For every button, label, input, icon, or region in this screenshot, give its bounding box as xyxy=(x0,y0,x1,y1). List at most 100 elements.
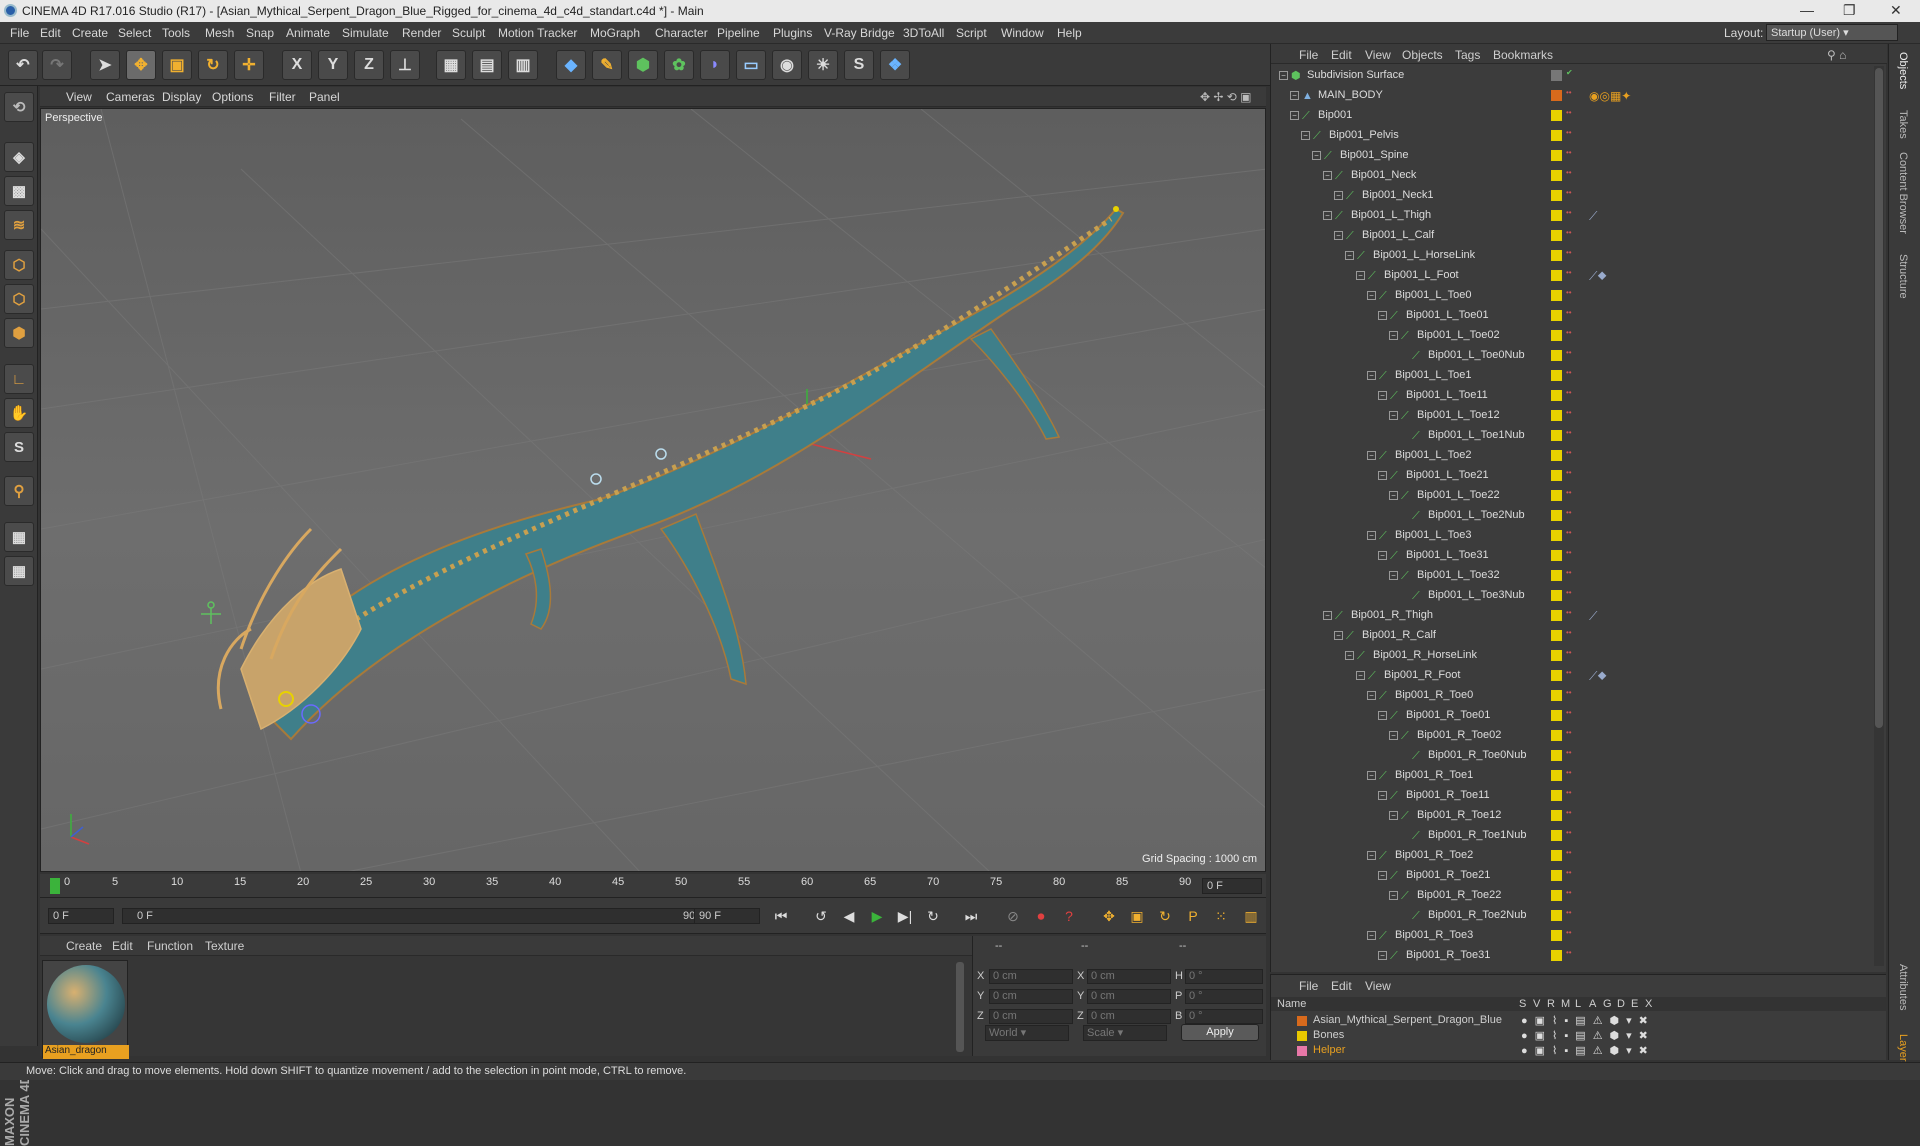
material-scrollbar[interactable] xyxy=(956,962,964,1052)
objects-menu-edit[interactable]: Edit xyxy=(1331,48,1352,62)
object-row[interactable]: − ⟋ Bip001_L_Calf •• xyxy=(1271,226,1871,246)
object-row[interactable]: − ⬢ Subdivision Surface ✔ xyxy=(1271,66,1871,86)
object-name[interactable]: Bip001_L_Toe1 xyxy=(1395,369,1471,381)
object-name[interactable]: Bip001_R_Toe21 xyxy=(1406,869,1490,881)
expand-toggle-icon[interactable]: − xyxy=(1312,151,1321,160)
timeline-layout-icon[interactable]: ▥ xyxy=(1240,905,1262,927)
layer-name[interactable]: Helper xyxy=(1313,1044,1345,1056)
object-name[interactable]: Bip001_L_Toe21 xyxy=(1406,469,1489,481)
object-name[interactable]: Bip001_L_Toe11 xyxy=(1406,389,1488,401)
expand-toggle-icon[interactable]: − xyxy=(1367,531,1376,540)
current-frame-field[interactable]: 0 F xyxy=(1202,878,1262,894)
viewport-menu-display[interactable]: Display xyxy=(162,90,201,104)
visibility-dots-icon[interactable]: •• xyxy=(1566,409,1572,420)
previous-frame-icon[interactable]: ◀ xyxy=(838,905,860,927)
expand-toggle-icon[interactable]: − xyxy=(1334,631,1343,640)
layers-menu-file[interactable]: File xyxy=(1299,979,1318,993)
object-name[interactable]: Bip001_R_Foot xyxy=(1384,669,1460,681)
object-row[interactable]: ⟋ Bip001_R_Toe0Nub •• xyxy=(1271,746,1871,766)
sketch-icon[interactable]: S xyxy=(844,50,874,80)
objects-menu-bookmarks[interactable]: Bookmarks xyxy=(1493,48,1553,62)
key-pla-icon[interactable]: ⁙ xyxy=(1210,905,1232,927)
visibility-dots-icon[interactable]: •• xyxy=(1566,889,1572,900)
object-row[interactable]: − ⟋ Bip001_L_Toe1 •• xyxy=(1271,366,1871,386)
visibility-dots-icon[interactable]: •• xyxy=(1566,789,1572,800)
expand-toggle-icon[interactable]: − xyxy=(1367,371,1376,380)
layer-color-icon[interactable] xyxy=(1551,690,1562,701)
object-name[interactable]: Bip001 xyxy=(1318,109,1352,121)
playhead[interactable] xyxy=(50,878,60,894)
visibility-dots-icon[interactable]: •• xyxy=(1566,389,1572,400)
workplane-mode-icon[interactable]: ≋ xyxy=(4,210,34,240)
visibility-dots-icon[interactable]: •• xyxy=(1566,489,1572,500)
object-name[interactable]: Subdivision Surface xyxy=(1307,69,1404,81)
visibility-dots-icon[interactable]: ✔ xyxy=(1566,69,1573,80)
visibility-dots-icon[interactable]: •• xyxy=(1566,709,1572,720)
visibility-dots-icon[interactable]: •• xyxy=(1566,809,1572,820)
visibility-dots-icon[interactable]: •• xyxy=(1566,609,1572,620)
layer-color-icon[interactable] xyxy=(1551,550,1562,561)
layer-color-icon[interactable] xyxy=(1551,790,1562,801)
expand-toggle-icon[interactable]: − xyxy=(1290,91,1299,100)
expand-toggle-icon[interactable]: − xyxy=(1378,311,1387,320)
expand-toggle-icon[interactable] xyxy=(1400,511,1409,520)
material-tags-icon[interactable]: ◉◎▦✦ xyxy=(1589,89,1631,103)
object-row[interactable]: − ⟋ Bip001_L_Foot •• ⟋◆ xyxy=(1271,266,1871,286)
visibility-dots-icon[interactable]: •• xyxy=(1566,529,1572,540)
undo-icon[interactable]: ↶ xyxy=(8,50,38,80)
next-key-icon[interactable]: ↻ xyxy=(922,905,944,927)
objects-search-icon[interactable]: ⚲ ⌂ xyxy=(1827,48,1846,62)
expand-toggle-icon[interactable] xyxy=(1400,831,1409,840)
viewport-menu-panel[interactable]: Panel xyxy=(309,90,340,104)
tab-attributes[interactable]: Attributes xyxy=(1897,964,1909,1010)
layer-color-icon[interactable] xyxy=(1551,90,1562,101)
expand-toggle-icon[interactable] xyxy=(1400,751,1409,760)
rotation-h-field[interactable]: 0 ° xyxy=(1185,969,1263,984)
coordinate-system-icon[interactable]: ⊥ xyxy=(390,50,420,80)
restore-icon[interactable]: ❐ xyxy=(1843,2,1856,19)
objects-menu-file[interactable]: File xyxy=(1299,48,1318,62)
close-icon[interactable]: ✕ xyxy=(1890,2,1902,19)
material-menu-texture[interactable]: Texture xyxy=(205,939,244,953)
tab-structure[interactable]: Structure xyxy=(1897,254,1909,299)
next-frame-icon[interactable]: ▶| xyxy=(894,905,916,927)
key-parameter-icon[interactable]: P xyxy=(1182,905,1204,927)
visibility-dots-icon[interactable]: •• xyxy=(1566,349,1572,360)
expand-toggle-icon[interactable]: − xyxy=(1334,231,1343,240)
layer-color-icon[interactable] xyxy=(1551,250,1562,261)
visibility-dots-icon[interactable]: •• xyxy=(1566,929,1572,940)
layer-color-icon[interactable] xyxy=(1551,810,1562,821)
visibility-dots-icon[interactable]: •• xyxy=(1566,829,1572,840)
record-keys-icon[interactable]: ⊘ xyxy=(1002,905,1024,927)
size-mode-select[interactable]: Scale ▾ xyxy=(1083,1025,1167,1041)
render-view-icon[interactable]: ▦ xyxy=(436,50,466,80)
scale-tool-icon[interactable]: ▣ xyxy=(162,50,192,80)
texture-mode-icon[interactable]: ▩ xyxy=(4,176,34,206)
viewport-nav-icons[interactable]: ✥ ✢ ⟲ ▣ xyxy=(1200,90,1252,104)
expand-toggle-icon[interactable]: − xyxy=(1378,871,1387,880)
y-axis-lock-icon[interactable]: Y xyxy=(318,50,348,80)
object-row[interactable]: − ⟋ Bip001_R_Toe02 •• xyxy=(1271,726,1871,746)
viewport-menu-filter[interactable]: Filter xyxy=(269,90,296,104)
layer-color-icon[interactable] xyxy=(1551,490,1562,501)
visibility-dots-icon[interactable]: •• xyxy=(1566,769,1572,780)
render-picture-viewer-icon[interactable]: ▤ xyxy=(472,50,502,80)
expand-toggle-icon[interactable]: − xyxy=(1389,331,1398,340)
object-row[interactable]: − ⟋ Bip001_R_Toe22 •• xyxy=(1271,886,1871,906)
viewport-menu-cameras[interactable]: Cameras xyxy=(106,90,155,104)
z-axis-lock-icon[interactable]: Z xyxy=(354,50,384,80)
expand-toggle-icon[interactable]: − xyxy=(1279,71,1288,80)
key-rotation-icon[interactable]: ↻ xyxy=(1154,905,1176,927)
object-row[interactable]: − ⟋ Bip001_Neck1 •• xyxy=(1271,186,1871,206)
object-name[interactable]: Bip001_L_Toe31 xyxy=(1406,549,1489,561)
layer-color-icon[interactable] xyxy=(1551,330,1562,341)
go-to-end-icon[interactable]: ⏭ xyxy=(960,905,982,927)
size-x-field[interactable]: 0 cm xyxy=(1087,969,1171,984)
object-row[interactable]: − ⟋ Bip001_R_Toe11 •• xyxy=(1271,786,1871,806)
object-name[interactable]: Bip001_R_Toe12 xyxy=(1417,809,1501,821)
rotation-p-field[interactable]: 0 ° xyxy=(1185,989,1263,1004)
menu-edit[interactable]: Edit xyxy=(40,26,61,40)
object-name[interactable]: Bip001_Pelvis xyxy=(1329,129,1399,141)
expand-toggle-icon[interactable]: − xyxy=(1367,691,1376,700)
layer-color-icon[interactable] xyxy=(1551,530,1562,541)
